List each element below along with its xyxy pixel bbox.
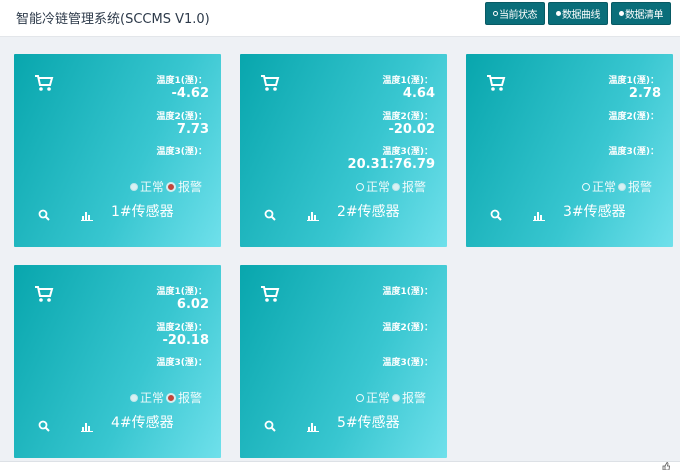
normal-label: 正常 — [140, 391, 165, 405]
status-row: 正常 报警 — [356, 178, 428, 195]
bar-chart-icon[interactable] — [81, 421, 93, 432]
bar-chart-icon[interactable] — [307, 210, 319, 221]
alarm-radio[interactable] — [618, 182, 627, 191]
radio-dot-icon — [493, 11, 498, 16]
normal-radio[interactable] — [356, 393, 364, 402]
radio-dot-icon — [619, 11, 624, 16]
temp1-value: 4.64 — [402, 86, 435, 101]
radio-dot-icon — [556, 11, 561, 16]
cart-icon — [35, 75, 54, 91]
alarm-label: 报警 — [178, 180, 203, 194]
cart-icon — [261, 75, 280, 91]
alarm-label: 报警 — [178, 391, 203, 405]
sensor-name: 4#传感器 — [111, 415, 174, 431]
normal-radio[interactable] — [356, 182, 364, 191]
sensor-card[interactable]: 温度1(溼)： 4.64 温度2(溼)： -20.02 温度3(溼)： 20.3… — [240, 54, 447, 247]
search-icon[interactable] — [490, 209, 502, 221]
normal-label: 正常 — [592, 180, 617, 194]
temp1-value: 2.78 — [628, 86, 661, 101]
search-icon[interactable] — [264, 209, 276, 221]
alarm-radio[interactable] — [392, 393, 401, 402]
normal-radio[interactable] — [130, 393, 138, 402]
sensor-name: 3#传感器 — [563, 204, 626, 220]
sensor-card[interactable]: 温度1(溼)： -4.62 温度2(溼)： 7.73 温度3(溼)： 正常 报警… — [14, 54, 221, 247]
temp1-label: 温度1(溼)： — [382, 287, 434, 297]
status-row: 正常 报警 — [130, 178, 204, 195]
cart-icon — [487, 75, 506, 91]
app-title: 智能冷链管理系统(SCCMS V1.0) — [16, 12, 210, 27]
sensor-card[interactable]: 温度1(溼)： 温度2(溼)： 温度3(溼)： 正常 报警 5#传感器 — [240, 265, 447, 458]
normal-radio[interactable] — [130, 182, 138, 191]
temp1-label: 温度1(溼)： — [382, 76, 434, 86]
alarm-label: 报警 — [402, 391, 427, 405]
temp2-value: 7.73 — [176, 122, 209, 137]
sensor-name: 1#传感器 — [111, 204, 174, 220]
alarm-radio[interactable] — [392, 182, 401, 191]
temp2-label: 温度2(溼)： — [608, 112, 660, 122]
nav-data-list[interactable]: 数据清单 — [611, 2, 671, 25]
temp2-value: -20.02 — [388, 122, 435, 137]
alarm-radio[interactable] — [166, 181, 177, 192]
alarm-label: 报警 — [628, 180, 653, 194]
alarm-label: 报警 — [402, 180, 427, 194]
nav-data-curve[interactable]: 数据曲线 — [548, 2, 608, 25]
temp3-label: 温度3(溼)： — [156, 147, 208, 157]
bar-chart-icon[interactable] — [533, 210, 545, 221]
temp1-label: 温度1(溼)： — [608, 76, 660, 86]
search-icon[interactable] — [38, 420, 50, 432]
temp1-value: -4.62 — [171, 86, 209, 101]
status-row: 正常 报警 — [130, 389, 204, 406]
normal-label: 正常 — [366, 180, 391, 194]
normal-radio[interactable] — [582, 182, 590, 191]
search-icon[interactable] — [264, 420, 276, 432]
temp2-value: -20.18 — [162, 333, 209, 348]
bar-chart-icon[interactable] — [81, 210, 93, 221]
normal-label: 正常 — [366, 391, 391, 405]
temp2-label: 温度2(溼)： — [382, 112, 434, 122]
temp3-label: 温度3(溼)： — [382, 358, 434, 368]
temp3-label: 温度3(溼)： — [608, 147, 660, 157]
temp2-label: 温度2(溼)： — [156, 112, 208, 122]
temp1-value: 6.02 — [176, 297, 209, 312]
sensor-name: 5#传感器 — [337, 415, 400, 431]
temp2-label: 温度2(溼)： — [156, 323, 208, 333]
cart-icon — [261, 286, 280, 302]
temp1-label: 温度1(溼)： — [156, 76, 208, 86]
app-header: 智能冷链管理系统(SCCMS V1.0) 当前状态 数据曲线 数据清单 — [0, 0, 680, 37]
alarm-radio[interactable] — [166, 392, 177, 403]
status-row: 正常 报警 — [582, 178, 654, 195]
sensor-card[interactable]: 温度1(溼)： 2.78 温度2(溼)： 温度3(溼)： 正常 报警 3#传感器 — [466, 54, 673, 247]
footer-bar — [0, 461, 680, 472]
thumbs-up-icon[interactable] — [662, 462, 670, 470]
temp2-label: 温度2(溼)： — [382, 323, 434, 333]
status-row: 正常 报警 — [356, 389, 428, 406]
temp3-value: 20.31:76.79 — [347, 157, 435, 172]
temp3-label: 温度3(溼)： — [156, 358, 208, 368]
temp1-label: 温度1(溼)： — [156, 287, 208, 297]
cart-icon — [35, 286, 54, 302]
search-icon[interactable] — [38, 209, 50, 221]
sensor-name: 2#传感器 — [337, 204, 400, 220]
sensor-card[interactable]: 温度1(溼)： 6.02 温度2(溼)： -20.18 温度3(溼)： 正常 报… — [14, 265, 221, 458]
temp3-label: 温度3(溼)： — [382, 147, 434, 157]
nav-current-status[interactable]: 当前状态 — [485, 2, 545, 25]
bar-chart-icon[interactable] — [307, 421, 319, 432]
normal-label: 正常 — [140, 180, 165, 194]
